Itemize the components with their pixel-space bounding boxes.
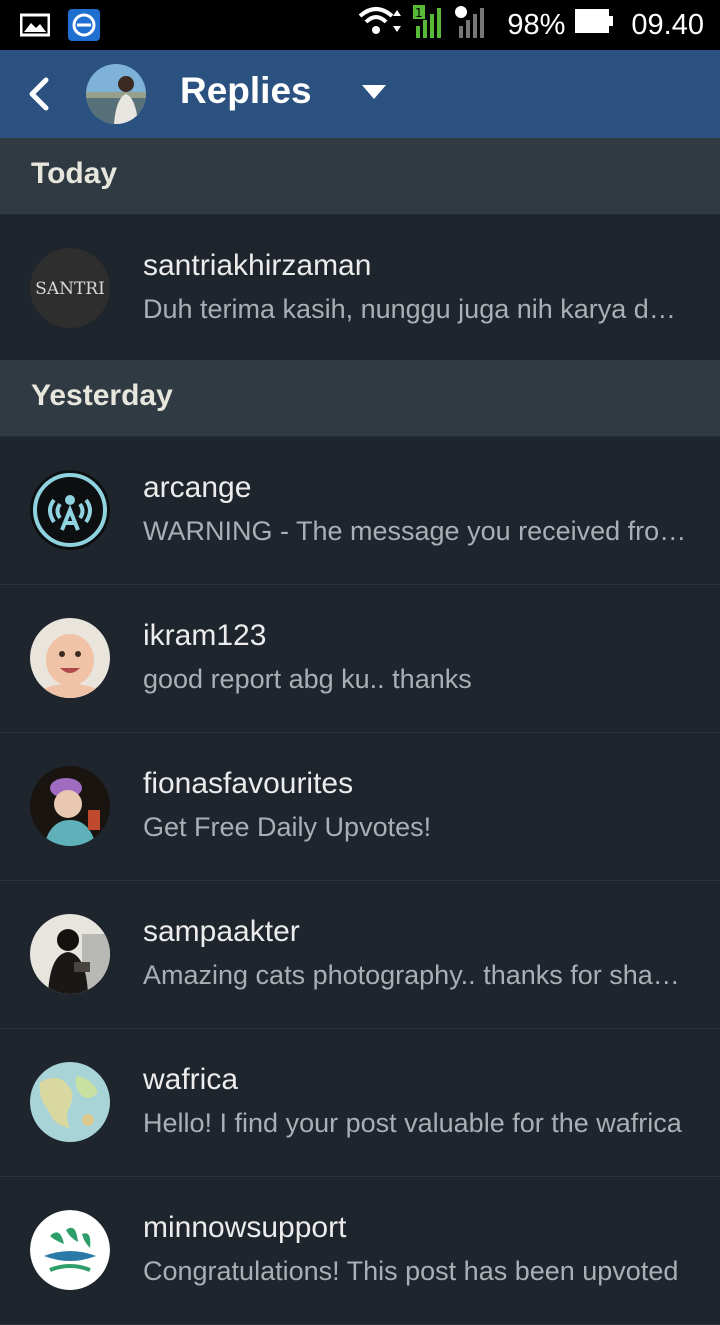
broadcast-a-icon — [30, 470, 110, 550]
avatar-logo-text: SANTRI — [35, 279, 105, 299]
username[interactable]: santriakhirzaman — [143, 249, 371, 283]
clock: 09.40 — [631, 8, 704, 41]
message-preview: Congratulations! This post has been upvo… — [143, 1256, 679, 1286]
app-bar: Replies — [0, 50, 720, 138]
status-bar: 1 98% 09.40 — [0, 0, 720, 50]
battery-percent: 98% — [507, 8, 566, 41]
avatar[interactable] — [30, 618, 110, 698]
username[interactable]: sampaakter — [143, 915, 300, 949]
section-label: Today — [31, 157, 118, 190]
wifi-icon — [357, 4, 403, 46]
message-preview: Amazing cats photography.. thanks for sh… — [143, 960, 688, 990]
avatar[interactable] — [30, 914, 110, 994]
section-header-yesterday: Yesterday — [0, 360, 720, 437]
back-button[interactable] — [18, 72, 62, 116]
chevron-left-icon — [29, 77, 49, 111]
username[interactable]: fionasfavourites — [143, 767, 353, 801]
avatar[interactable]: SANTRI — [30, 248, 110, 328]
username[interactable]: arcange — [143, 471, 251, 505]
minnow-logo-icon — [30, 1210, 110, 1290]
battery-icon — [575, 8, 615, 42]
reply-row[interactable]: ikram123 good report abg ku.. thanks — [0, 585, 720, 733]
reply-row[interactable]: fionasfavourites Get Free Daily Upvotes! — [0, 733, 720, 881]
signal-icon: 1 — [413, 2, 497, 48]
avatar[interactable] — [30, 1210, 110, 1290]
map-icon — [30, 1062, 110, 1142]
reply-row[interactable]: arcange WARNING - The message you receiv… — [0, 437, 720, 585]
avatar[interactable] — [30, 1062, 110, 1142]
user-avatar[interactable] — [86, 64, 146, 124]
browser-icon — [68, 9, 100, 46]
message-preview: good report abg ku.. thanks — [143, 664, 472, 694]
gallery-icon — [19, 12, 51, 43]
reply-row[interactable]: sampaakter Amazing cats photography.. th… — [0, 881, 720, 1029]
avatar[interactable] — [30, 470, 110, 550]
username[interactable]: ikram123 — [143, 619, 266, 653]
section-label: Yesterday — [31, 379, 173, 412]
username[interactable]: minnowsupport — [143, 1211, 346, 1245]
message-preview: Get Free Daily Upvotes! — [143, 812, 432, 842]
sim-badge: 1 — [415, 6, 423, 20]
message-preview: Duh terima kasih, nunggu juga nih karya … — [143, 294, 688, 324]
reply-row[interactable]: minnowsupport Congratulations! This post… — [0, 1177, 720, 1325]
section-header-today: Today — [0, 138, 720, 215]
message-preview: WARNING - The message you received from… — [143, 516, 688, 546]
caret-down-icon — [362, 85, 386, 99]
avatar[interactable] — [30, 766, 110, 846]
title-dropdown-button[interactable] — [360, 82, 388, 102]
reply-row[interactable]: SANTRI santriakhirzaman Duh terima kasih… — [0, 215, 720, 363]
reply-row[interactable]: wafrica Hello! I find your post valuable… — [0, 1029, 720, 1177]
page-title: Replies — [180, 70, 312, 111]
message-preview: Hello! I find your post valuable for the… — [143, 1108, 682, 1138]
username[interactable]: wafrica — [143, 1063, 238, 1097]
